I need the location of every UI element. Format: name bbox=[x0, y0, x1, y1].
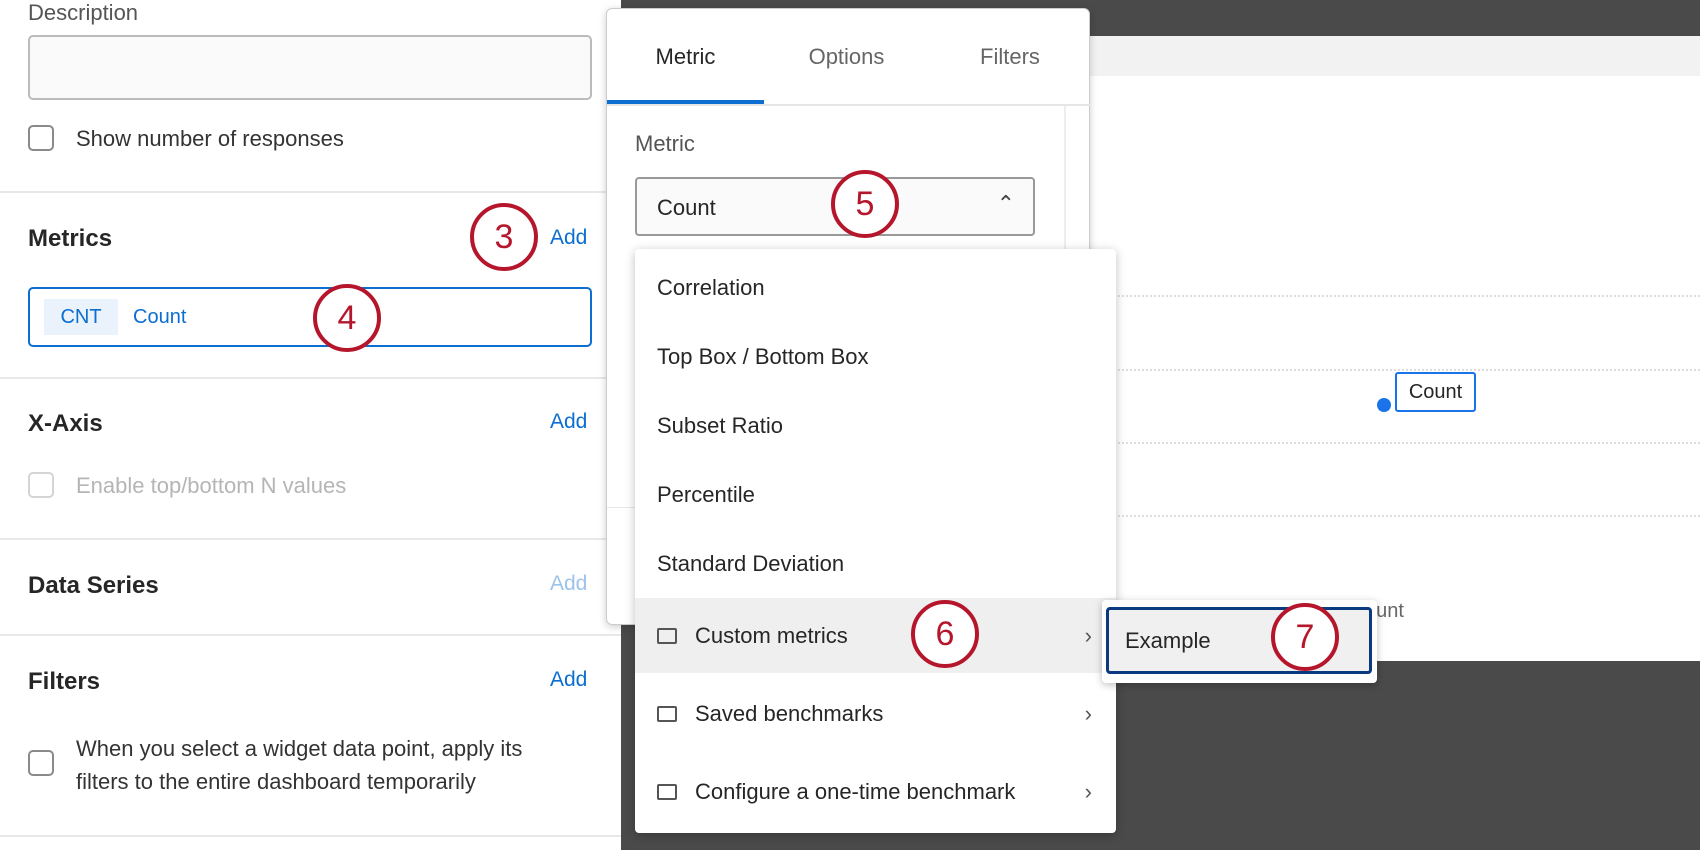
x-axis-add-button[interactable]: Add bbox=[550, 410, 587, 434]
menu-item-label: Configure a one-time benchmark bbox=[695, 779, 1015, 804]
menu-item-standard-deviation[interactable]: Standard Deviation bbox=[635, 529, 1116, 598]
menu-item-subset-ratio[interactable]: Subset Ratio bbox=[635, 391, 1116, 460]
menu-item-label: Saved benchmarks bbox=[695, 701, 883, 726]
menu-item-label: Top Box / Bottom Box bbox=[657, 344, 869, 369]
menu-item-label: Standard Deviation bbox=[657, 551, 844, 576]
tab-filters[interactable]: Filters bbox=[929, 9, 1091, 104]
chevron-right-icon: › bbox=[1085, 598, 1092, 673]
chevron-right-icon: › bbox=[1085, 676, 1092, 751]
menu-item-label: Custom metrics bbox=[695, 623, 848, 648]
divider bbox=[0, 191, 621, 193]
menu-item-label: Correlation bbox=[657, 275, 765, 300]
filters-heading: Filters bbox=[28, 668, 100, 696]
gridline bbox=[1090, 295, 1700, 297]
apply-filters-checkbox[interactable] bbox=[28, 750, 54, 776]
annotation-5: 5 bbox=[831, 170, 899, 238]
data-series-add-button[interactable]: Add bbox=[550, 572, 587, 596]
menu-item-label: Subset Ratio bbox=[657, 413, 783, 438]
metric-badge: CNT bbox=[44, 299, 118, 335]
show-responses-label: Show number of responses bbox=[76, 126, 344, 152]
x-axis-heading: X-Axis bbox=[28, 410, 103, 438]
menu-item-percentile[interactable]: Percentile bbox=[635, 460, 1116, 529]
menu-item-custom-metrics[interactable]: Custom metrics › bbox=[635, 598, 1116, 673]
metrics-add-button[interactable]: Add bbox=[550, 226, 587, 250]
data-series-heading: Data Series bbox=[28, 572, 159, 600]
widget-settings-panel: Description Show number of responses Met… bbox=[0, 0, 621, 850]
annotation-3: 3 bbox=[470, 203, 538, 271]
divider bbox=[0, 538, 621, 540]
apply-filters-label-line1: When you select a widget data point, app… bbox=[76, 736, 522, 762]
annotation-7: 7 bbox=[1271, 603, 1339, 671]
gridline bbox=[1090, 515, 1700, 517]
menu-item-label: Percentile bbox=[657, 482, 755, 507]
divider bbox=[607, 104, 1091, 106]
annotation-4: 4 bbox=[313, 284, 381, 352]
chevron-right-icon: › bbox=[1085, 754, 1092, 829]
show-responses-checkbox[interactable] bbox=[28, 125, 54, 151]
chart-preview: Count ount bbox=[1090, 76, 1700, 661]
description-label: Description bbox=[28, 0, 138, 26]
gridline bbox=[1090, 442, 1700, 444]
menu-item-one-time-benchmark[interactable]: Configure a one-time benchmark › bbox=[635, 754, 1116, 829]
divider bbox=[0, 634, 621, 636]
legend-label-count[interactable]: Count bbox=[1395, 372, 1476, 412]
filters-add-button[interactable]: Add bbox=[550, 668, 587, 692]
enable-top-n-label: Enable top/bottom N values bbox=[76, 473, 346, 499]
metric-item-count[interactable]: CNT Count bbox=[28, 287, 592, 347]
enable-top-n-checkbox[interactable] bbox=[28, 472, 54, 498]
widget-header-strip bbox=[1090, 36, 1700, 76]
menu-item-correlation[interactable]: Correlation bbox=[635, 253, 1116, 322]
legend-dot bbox=[1377, 398, 1391, 412]
tab-metric[interactable]: Metric bbox=[607, 9, 764, 104]
folder-icon bbox=[657, 706, 677, 722]
metric-label: Metric bbox=[635, 131, 695, 157]
apply-filters-label-line2: filters to the entire dashboard temporar… bbox=[76, 769, 476, 795]
folder-icon bbox=[657, 628, 677, 644]
chevron-up-icon: ⌃ bbox=[997, 191, 1015, 217]
metric-label: Count bbox=[133, 306, 186, 329]
divider bbox=[0, 377, 621, 379]
menu-item-top-box[interactable]: Top Box / Bottom Box bbox=[635, 322, 1116, 391]
description-textarea[interactable] bbox=[28, 35, 592, 100]
tab-options[interactable]: Options bbox=[764, 9, 929, 104]
folder-icon bbox=[657, 784, 677, 800]
metric-dropdown-menu: Correlation Top Box / Bottom Box Subset … bbox=[635, 249, 1116, 833]
metrics-heading: Metrics bbox=[28, 225, 112, 253]
annotation-6: 6 bbox=[911, 600, 979, 668]
metric-select-value: Count bbox=[657, 195, 716, 221]
gridline bbox=[1090, 369, 1700, 371]
divider bbox=[0, 835, 621, 837]
menu-item-saved-benchmarks[interactable]: Saved benchmarks › bbox=[635, 676, 1116, 751]
